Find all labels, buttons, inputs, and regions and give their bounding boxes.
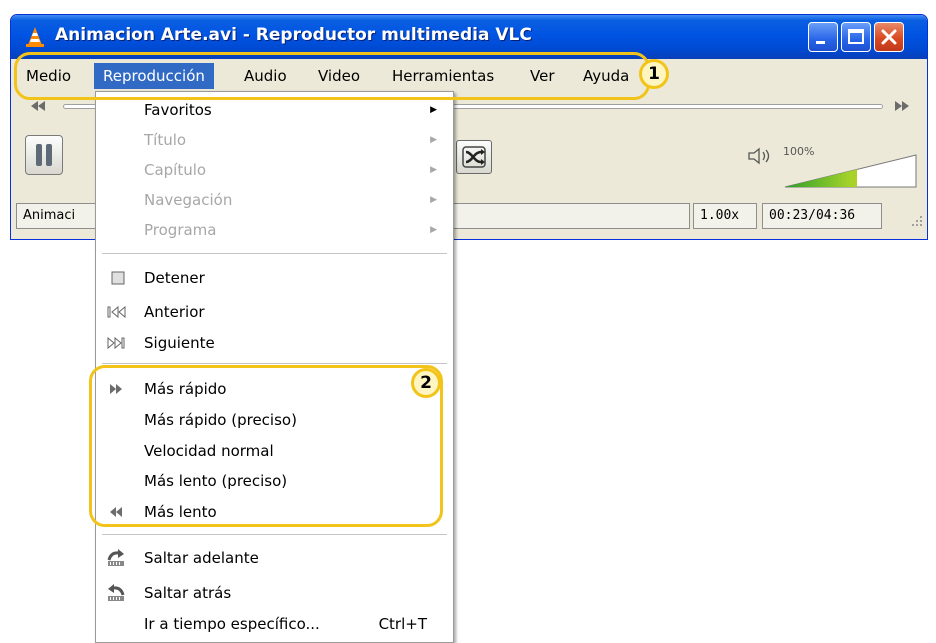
pause-button[interactable] (25, 135, 63, 175)
menu-item-capitulo[interactable]: Capítulo ▶ (96, 155, 453, 185)
menu-item-anterior[interactable]: Anterior (96, 297, 453, 327)
submenu-arrow-icon: ▶ (430, 165, 437, 175)
resize-grip-icon[interactable] (909, 213, 923, 227)
vlc-cone-icon (26, 27, 44, 47)
jump-backward-icon (108, 584, 125, 601)
shortcut-ctrl-t: Ctrl+T (378, 615, 427, 633)
annotation-highlight-speed-items (89, 365, 443, 527)
volume-slider[interactable] (783, 153, 918, 189)
menu-separator (102, 534, 447, 535)
menu-item-programa[interactable]: Programa ▶ (96, 215, 453, 245)
next-icon (107, 336, 125, 350)
close-icon (881, 29, 897, 45)
menu-separator (102, 253, 447, 254)
minimize-button[interactable] (808, 22, 838, 52)
menu-item-siguiente[interactable]: Siguiente (96, 328, 453, 358)
menu-item-saltar-adelante[interactable]: Saltar adelante (96, 543, 453, 573)
annotation-highlight-menubar (14, 52, 650, 100)
shuffle-button[interactable] (456, 140, 492, 174)
submenu-arrow-icon: ▶ (430, 225, 437, 235)
maximize-icon (848, 29, 864, 44)
window-title: Animacion Arte.avi - Reproductor multime… (55, 25, 532, 45)
menu-item-navegacion[interactable]: Navegación ▶ (96, 185, 453, 215)
speaker-icon[interactable] (746, 146, 774, 166)
annotation-badge-1: 1 (639, 59, 669, 89)
jump-forward-icon (107, 549, 124, 566)
menu-item-titulo[interactable]: Título ▶ (96, 125, 453, 155)
maximize-button[interactable] (841, 22, 871, 52)
menu-item-detener[interactable]: Detener (96, 263, 453, 293)
annotation-badge-2: 2 (411, 368, 441, 398)
close-button[interactable] (874, 22, 904, 52)
playback-speed: 1.00x (693, 203, 757, 229)
stop-icon (111, 271, 125, 285)
previous-icon (107, 305, 126, 319)
submenu-arrow-icon: ▶ (430, 195, 437, 205)
menu-item-ir-a-tiempo[interactable]: Ir a tiempo específico... Ctrl+T (96, 609, 453, 639)
menu-separator (102, 363, 447, 364)
minimize-icon (816, 41, 825, 44)
seek-back-icon[interactable] (29, 98, 47, 114)
status-filename: Animaci (16, 203, 96, 229)
seek-forward-icon[interactable] (893, 98, 911, 114)
playback-time: 00:23/04:36 (762, 203, 882, 229)
shuffle-icon (462, 146, 486, 168)
menu-item-saltar-atras[interactable]: Saltar atrás (96, 578, 453, 608)
submenu-arrow-icon: ▶ (430, 135, 437, 145)
pause-icon (36, 144, 52, 166)
